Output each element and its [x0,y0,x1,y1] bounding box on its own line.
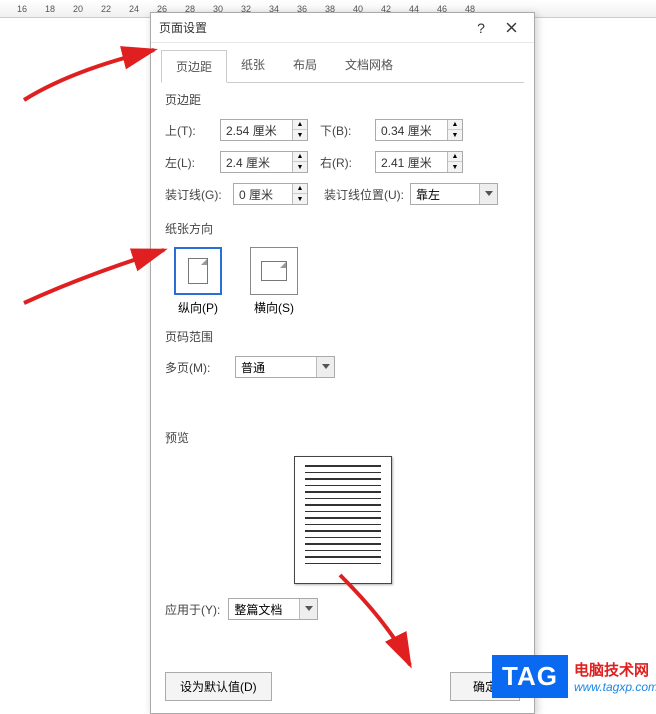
apply-to-dropdown[interactable]: 整篇文档 [228,598,318,620]
section-margins: 页边距 [165,91,520,108]
margin-top-value[interactable]: 2.54 厘米 [221,122,292,139]
label-gutter-pos: 装订线位置(U): [320,186,410,203]
watermark-line1: 电脑技术网 [574,659,656,680]
spin-up-icon[interactable]: ▲ [448,120,462,130]
spin-down-icon[interactable]: ▼ [293,162,307,172]
label-top: 上(T): [165,122,220,139]
landscape-page-icon [261,261,287,281]
section-page-range: 页码范围 [165,328,520,345]
arrow-annotation-icon [14,30,164,113]
chevron-down-icon[interactable] [299,599,317,619]
label-gutter: 装订线(G): [165,186,233,203]
watermark-line2: www.tagxp.com [574,680,656,694]
spin-down-icon[interactable]: ▼ [448,130,462,140]
gutter-pos-value: 靠左 [411,186,479,203]
orientation-portrait[interactable]: 纵向(P) [169,247,227,316]
multipage-value: 普通 [236,359,316,376]
margin-top-spinner[interactable]: 2.54 厘米 ▲▼ [220,119,308,141]
gutter-pos-dropdown[interactable]: 靠左 [410,183,498,205]
close-icon [506,22,517,33]
set-default-button[interactable]: 设为默认值(D) [165,672,272,701]
tab-grid[interactable]: 文档网格 [331,49,407,82]
label-bottom: 下(B): [320,122,375,139]
spin-up-icon[interactable]: ▲ [293,120,307,130]
titlebar: 页面设置 ? [151,13,534,43]
dialog-footer: 设为默认值(D) 确定 [165,672,520,701]
gutter-value[interactable]: 0 厘米 [234,186,292,203]
margin-right-value[interactable]: 2.41 厘米 [376,154,447,171]
gutter-spinner[interactable]: 0 厘米 ▲▼ [233,183,308,205]
margin-bottom-spinner[interactable]: 0.34 厘米 ▲▼ [375,119,463,141]
margin-bottom-value[interactable]: 0.34 厘米 [376,122,447,139]
label-right: 右(R): [320,154,375,171]
margin-right-spinner[interactable]: 2.41 厘米 ▲▼ [375,151,463,173]
tab-layout[interactable]: 布局 [279,49,331,82]
dialog-body: 页边距 上(T): 2.54 厘米 ▲▼ 下(B): 0.34 厘米 ▲▼ 左(… [151,91,534,620]
margin-left-spinner[interactable]: 2.4 厘米 ▲▼ [220,151,308,173]
page-setup-dialog: 页面设置 ? 页边距 纸张 布局 文档网格 页边距 上(T): 2.54 厘米 … [150,12,535,714]
tab-paper[interactable]: 纸张 [227,49,279,82]
preview-area [165,456,520,584]
watermark: TAG 电脑技术网 www.tagxp.com [492,652,656,700]
portrait-page-icon [188,258,208,284]
watermark-badge: TAG [492,655,568,698]
preview-page-icon [294,456,392,584]
section-preview: 预览 [165,429,520,446]
help-button[interactable]: ? [466,14,496,42]
spin-down-icon[interactable]: ▼ [448,162,462,172]
section-orientation: 纸张方向 [165,220,520,237]
spin-down-icon[interactable]: ▼ [293,130,307,140]
chevron-down-icon[interactable] [479,184,497,204]
multipage-dropdown[interactable]: 普通 [235,356,335,378]
spin-up-icon[interactable]: ▲ [293,152,307,162]
close-button[interactable] [496,14,526,42]
label-apply-to: 应用于(Y): [165,601,220,618]
apply-to-value: 整篇文档 [229,601,299,618]
dialog-title: 页面设置 [159,19,466,36]
margin-left-value[interactable]: 2.4 厘米 [221,154,292,171]
label-multipage: 多页(M): [165,359,235,376]
spin-up-icon[interactable]: ▲ [448,152,462,162]
orientation-landscape[interactable]: 横向(S) [245,247,303,316]
spin-down-icon[interactable]: ▼ [293,194,307,204]
chevron-down-icon[interactable] [316,357,334,377]
tab-strip: 页边距 纸张 布局 文档网格 [151,43,534,82]
label-left: 左(L): [165,154,220,171]
tab-margins[interactable]: 页边距 [161,50,227,83]
spin-up-icon[interactable]: ▲ [293,184,307,194]
